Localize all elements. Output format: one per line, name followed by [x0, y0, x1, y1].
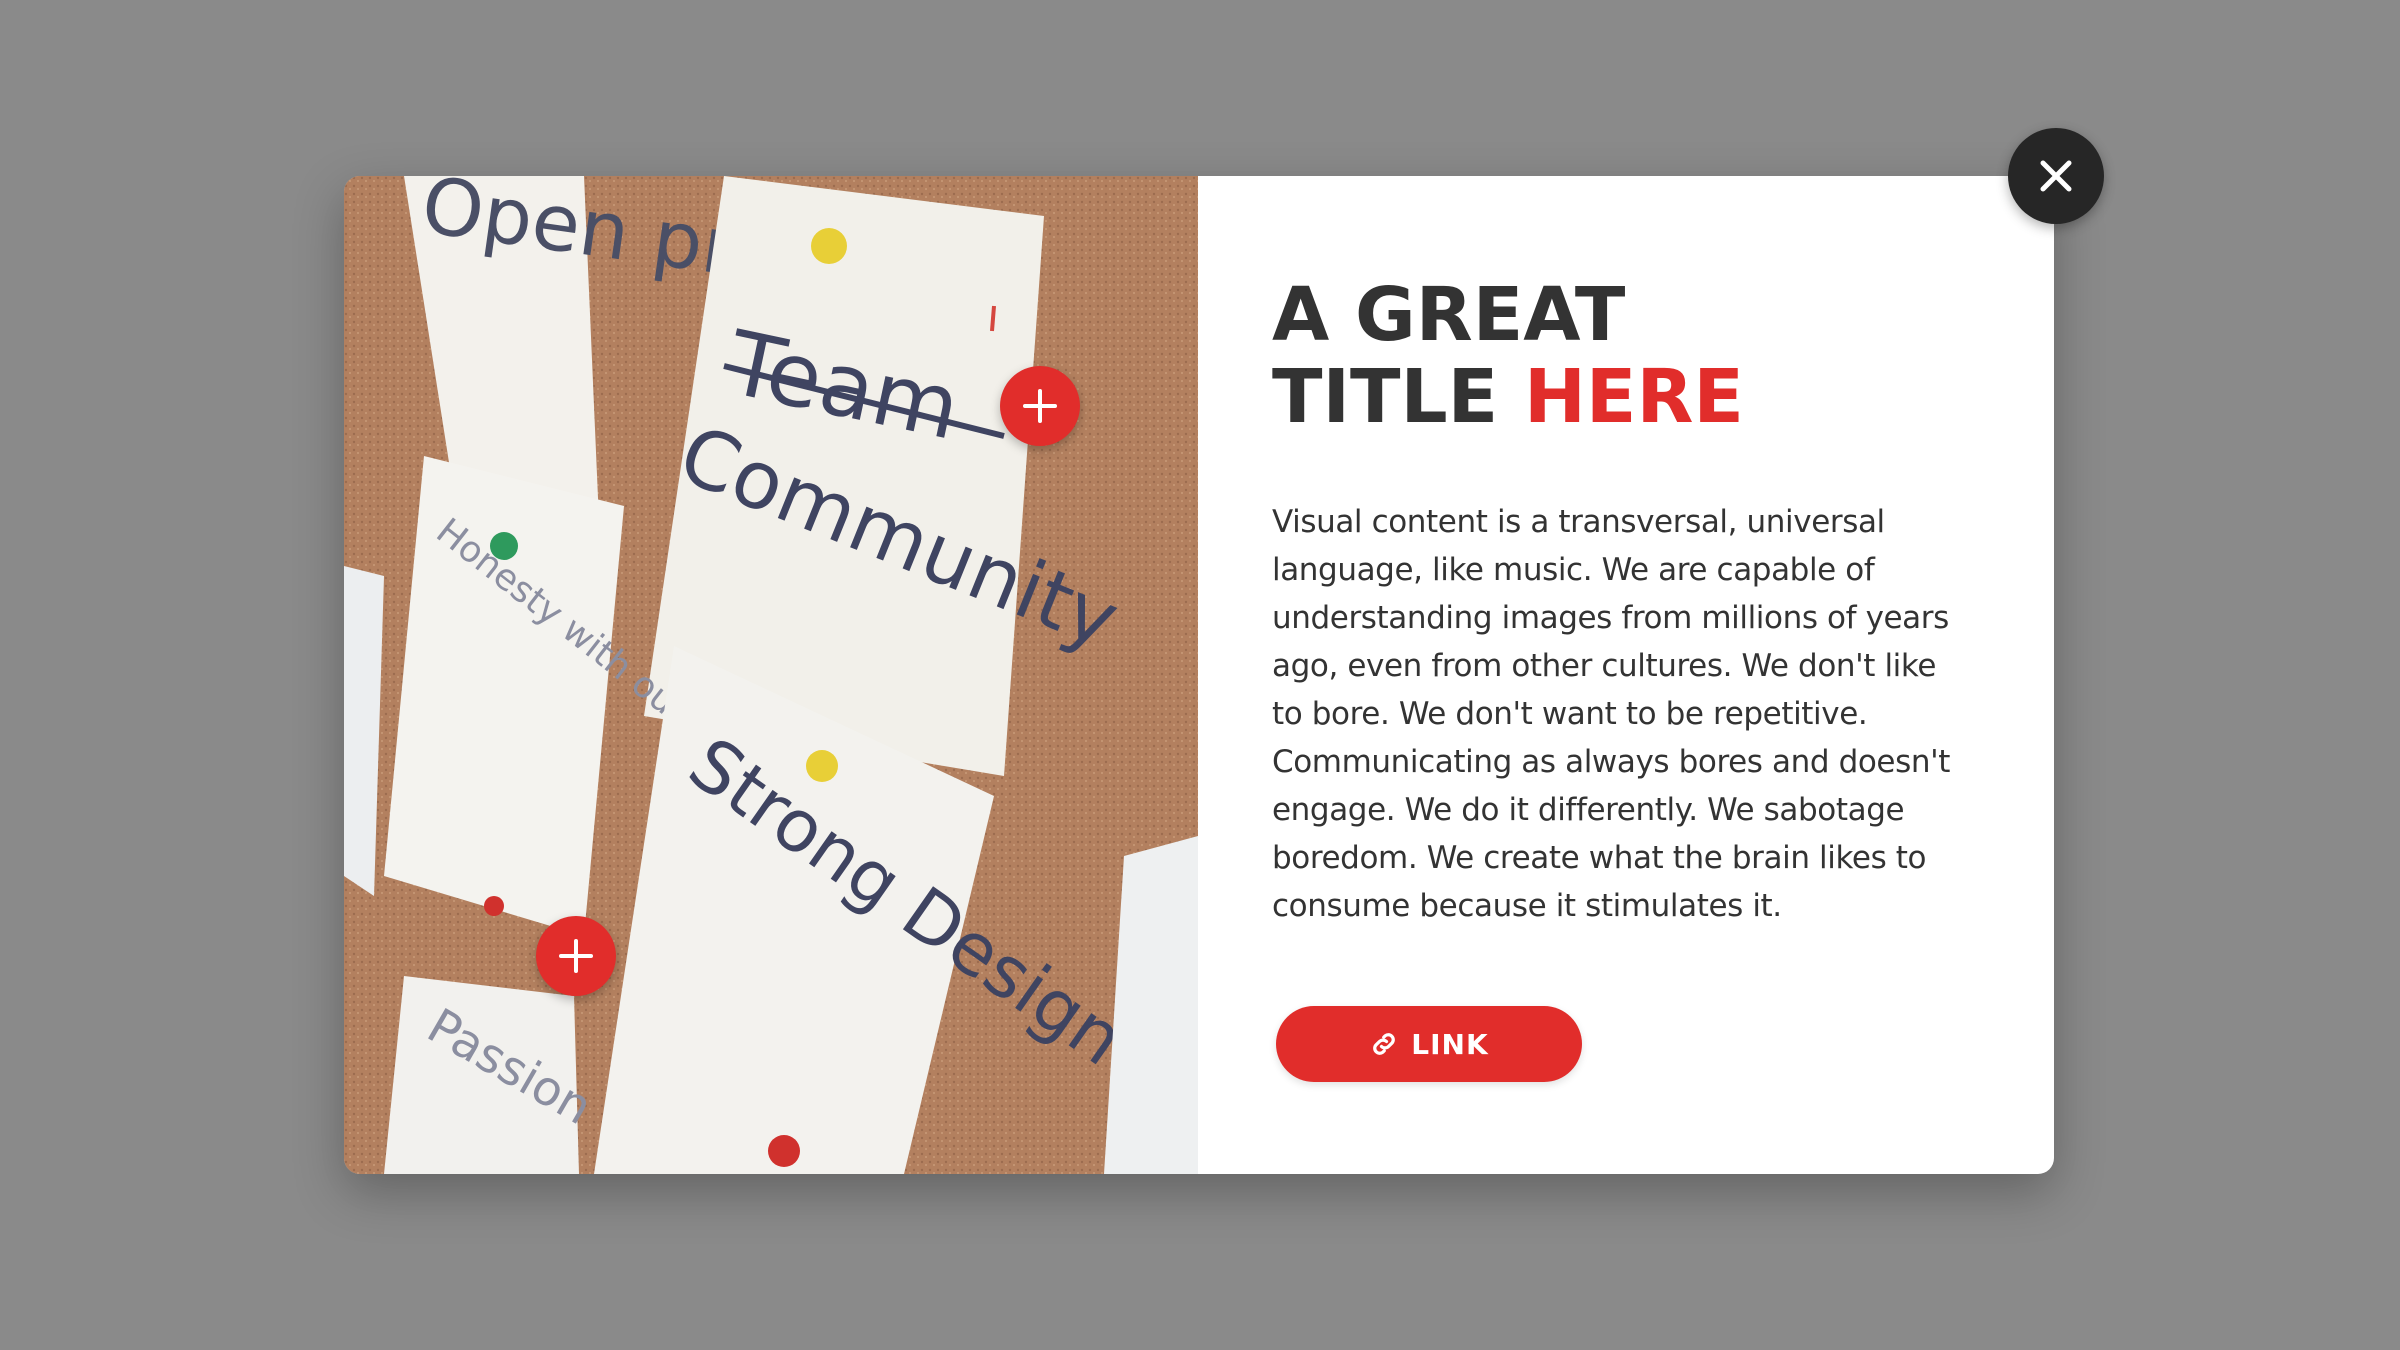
title-accent: HERE — [1523, 354, 1744, 440]
modal-title: A GREAT TITLE HERE — [1272, 274, 1744, 438]
modal-body-text: Visual content is a transversal, univers… — [1272, 504, 1950, 924]
photo-hotspot-plus-icon[interactable] — [1000, 366, 1080, 446]
title-line-2: TITLE — [1272, 354, 1524, 440]
close-button[interactable] — [2008, 128, 2104, 224]
title-line-1: A GREAT — [1272, 272, 1626, 358]
modal-dialog: Open process Team Community Honesty with… — [344, 176, 2054, 1174]
link-button[interactable]: LINK — [1276, 1006, 1582, 1082]
hero-photo: Open process Team Community Honesty with… — [344, 176, 1198, 1174]
photo-hotspot-plus-icon[interactable] — [536, 916, 616, 996]
link-icon — [1373, 1033, 1396, 1055]
link-button-label: LINK — [1411, 1027, 1489, 1061]
corkboard-photo-illustration: Open process Team Community Honesty with… — [344, 176, 1198, 1174]
close-icon — [2040, 160, 2072, 192]
